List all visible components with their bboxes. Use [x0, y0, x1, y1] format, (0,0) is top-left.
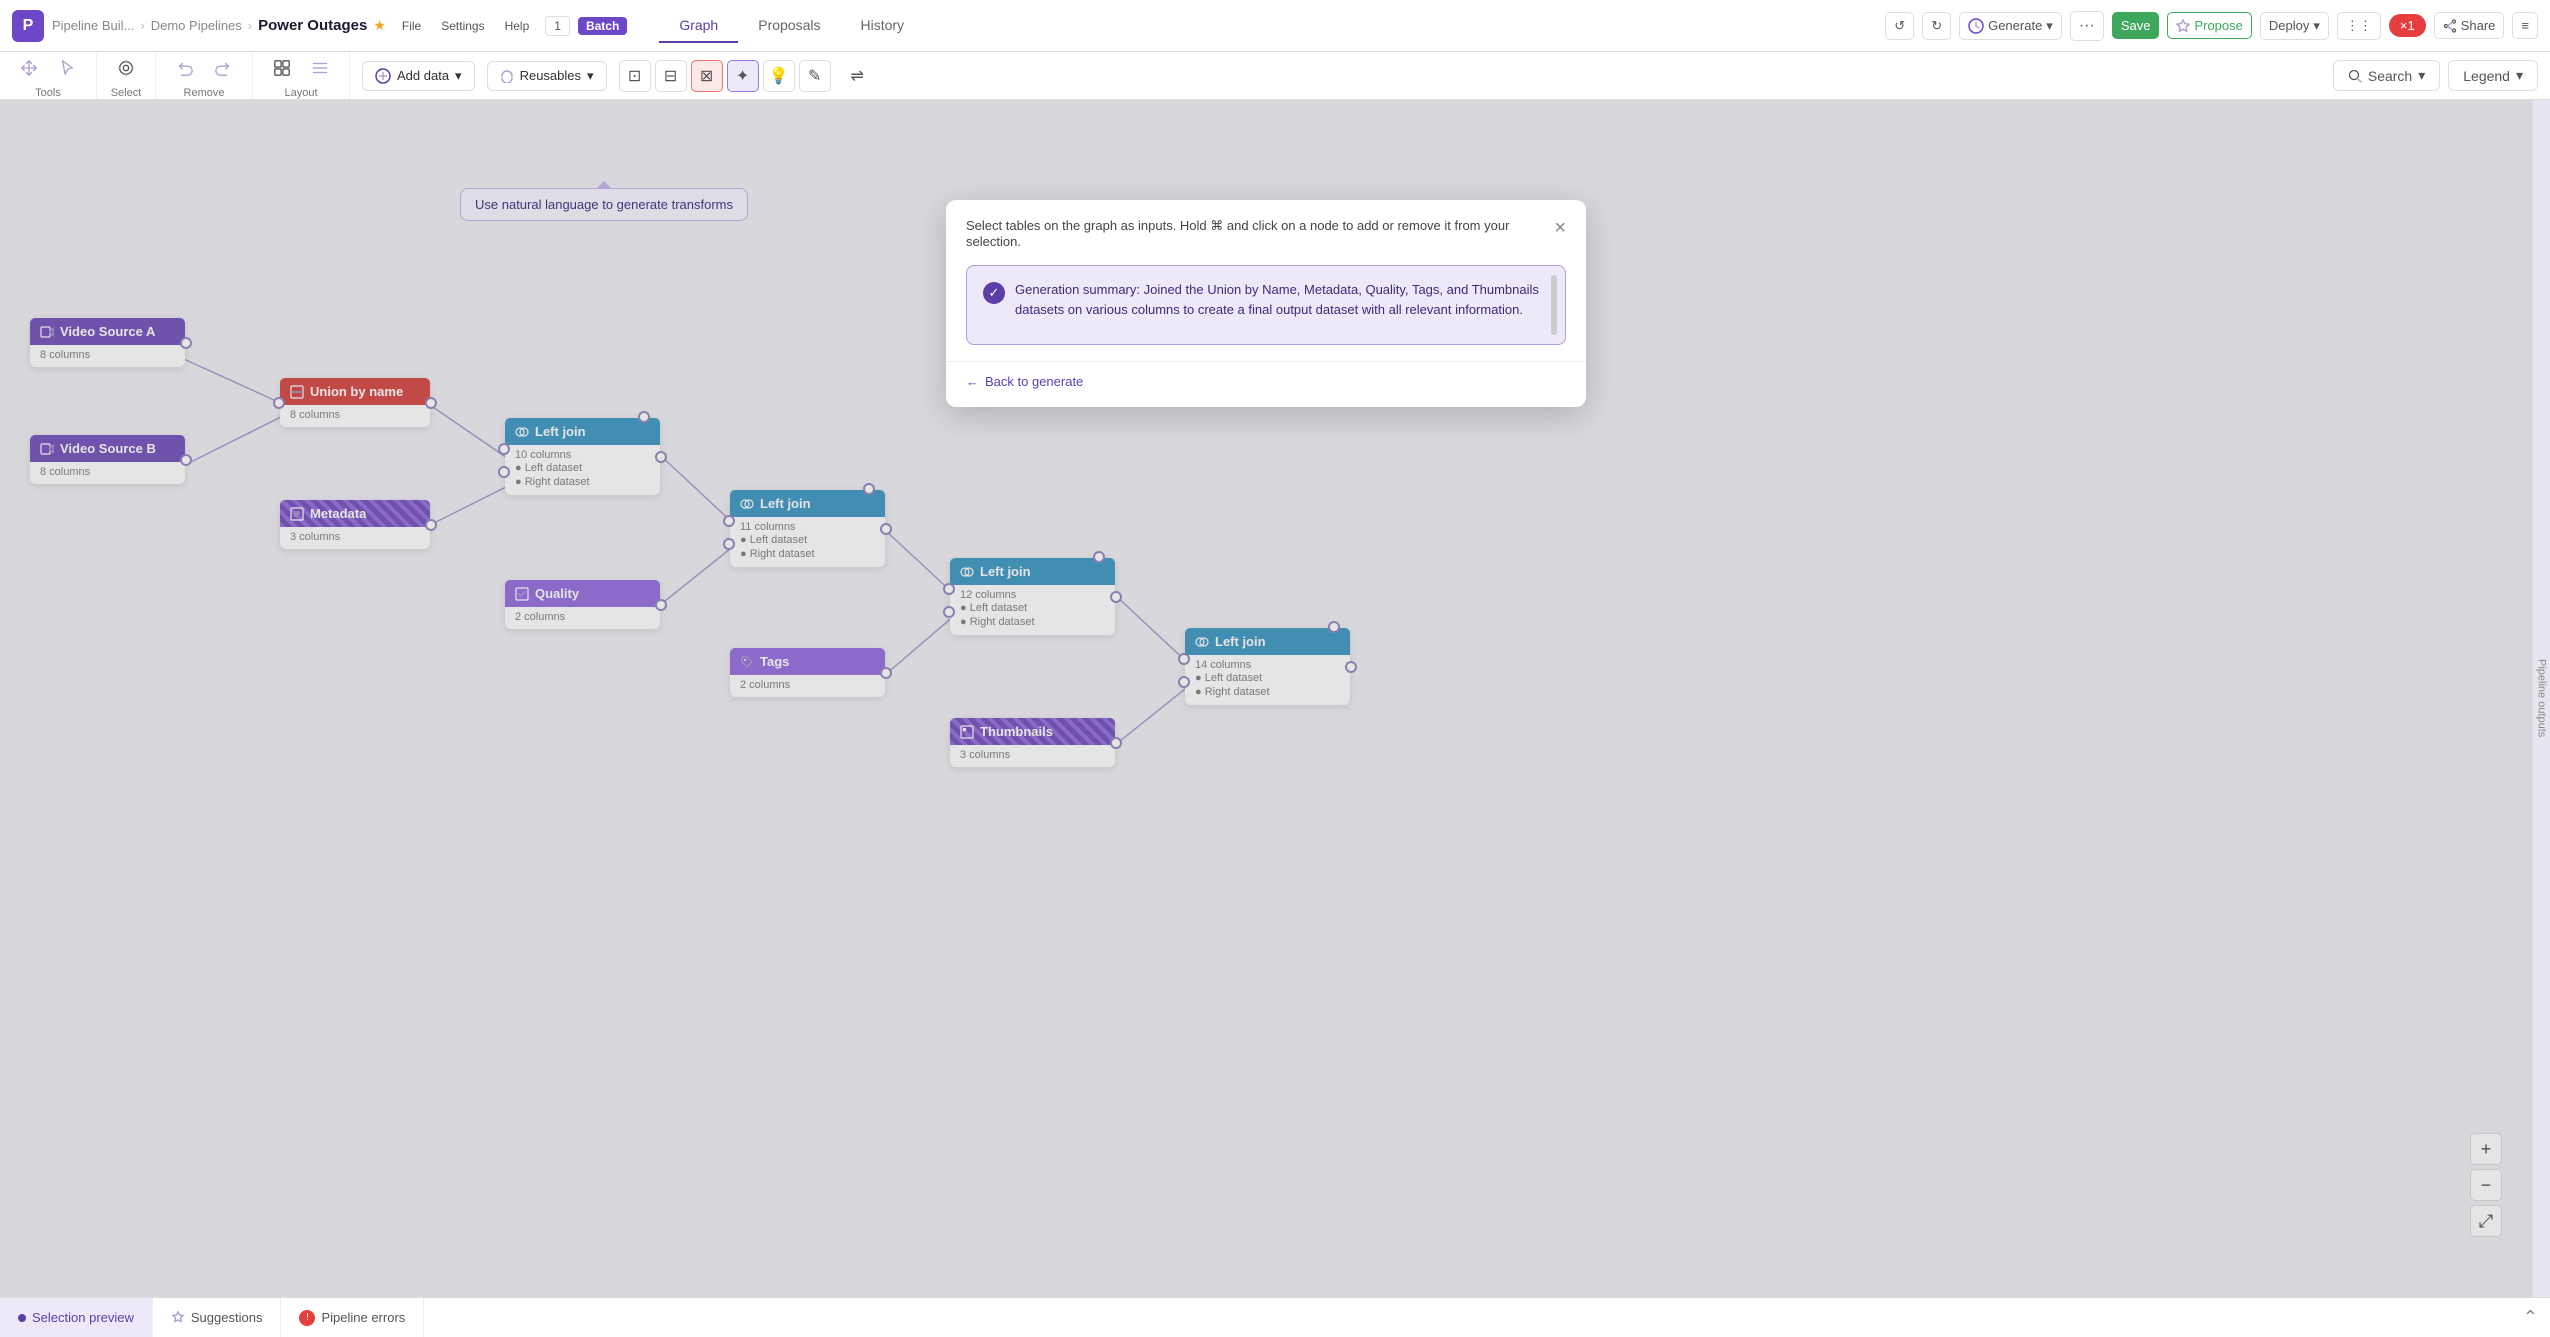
file-menu: File Settings Help — [394, 16, 537, 36]
generate-button[interactable]: Generate ▾ — [1959, 12, 2062, 40]
pipeline-errors-badge: ! — [299, 1310, 315, 1326]
deploy-button[interactable]: Deploy ▾ — [2260, 12, 2329, 40]
top-right-actions: ↺ ↻ Generate ▾ ··· Save Propose Deploy ▾… — [1885, 11, 2538, 41]
reusables-button[interactable]: Reusables ▾ — [487, 61, 607, 91]
search-label: Search — [2368, 68, 2412, 84]
scroll-indicator[interactable] — [1551, 275, 1557, 335]
error-badge-button[interactable]: ×1 — [2389, 14, 2426, 37]
app-logo: P — [12, 10, 44, 42]
redo-button[interactable]: ↻ — [1922, 12, 1951, 40]
check-icon: ✓ — [983, 282, 1005, 304]
file-menu-item[interactable]: File — [394, 16, 429, 36]
pipeline-outputs-sidebar[interactable]: Pipeline outputs — [2532, 100, 2550, 1297]
select-label: Select — [111, 87, 142, 99]
bottom-tab-selection-preview[interactable]: Selection preview — [0, 1298, 153, 1337]
help-menu-item[interactable]: Help — [497, 16, 538, 36]
tab-proposals[interactable]: Proposals — [738, 9, 840, 43]
layout-list-button[interactable] — [303, 53, 337, 83]
tools-group: Tools — [12, 53, 97, 99]
layout-group: Layout — [265, 53, 350, 99]
more-options-button[interactable]: ··· — [2070, 11, 2104, 41]
select-tool-button[interactable] — [50, 53, 84, 83]
transform-magic-button[interactable]: ✦ — [727, 60, 759, 92]
search-button[interactable]: Search ▾ — [2333, 60, 2440, 91]
layout-grid-button[interactable] — [265, 53, 299, 83]
move-tool-button[interactable] — [12, 53, 46, 83]
pi-badge: 1 — [545, 16, 570, 36]
grid-view-button[interactable]: ⋮⋮ — [2337, 12, 2381, 40]
canvas[interactable]: Video Source A 8 columns Video Source B … — [0, 100, 2532, 1297]
remove-group: Remove — [168, 53, 253, 99]
modal: Select tables on the graph as inputs. Ho… — [946, 200, 1586, 407]
legend-button[interactable]: Legend ▾ — [2448, 60, 2538, 91]
star-icon[interactable]: ★ — [373, 17, 386, 34]
mirror-icon[interactable]: ⇌ — [843, 60, 872, 92]
target-tool-button[interactable] — [109, 53, 143, 83]
modal-footer: ← Back to generate — [946, 361, 1586, 407]
transform-align-button[interactable]: ⊡ — [619, 60, 651, 92]
transform-split-button[interactable]: ⊟ — [655, 60, 687, 92]
transform-delete-button[interactable]: ⊠ — [691, 60, 723, 92]
redo-tool-button[interactable] — [206, 53, 240, 83]
back-arrow-icon: ← — [966, 374, 979, 389]
main-area: Video Source A 8 columns Video Source B … — [0, 100, 2550, 1297]
remove-label: Remove — [184, 87, 225, 99]
add-data-label: Add data — [397, 68, 449, 83]
summary-text: Generation summary: Joined the Union by … — [1015, 280, 1549, 319]
bottom-collapse-button[interactable]: ⌃ — [2523, 1307, 2550, 1328]
undo-tool-button[interactable] — [168, 53, 202, 83]
add-data-button[interactable]: Add data ▾ — [362, 61, 475, 91]
tools-label: Tools — [35, 87, 61, 99]
modal-instruction: Select tables on the graph as inputs. Ho… — [946, 200, 1586, 249]
layout-label: Layout — [284, 87, 317, 99]
modal-overlay: Select tables on the graph as inputs. Ho… — [0, 100, 2532, 1297]
transform-edit-button[interactable]: ✎ — [799, 60, 831, 92]
bottom-bar: Selection preview Suggestions ! Pipeline… — [0, 1297, 2550, 1337]
breadcrumb-parent2: Demo Pipelines — [151, 18, 242, 33]
legend-label: Legend — [2463, 68, 2510, 84]
generation-summary: ✓ Generation summary: Joined the Union b… — [966, 265, 1566, 345]
breadcrumb-parent1: Pipeline Buil... — [52, 18, 134, 33]
save-button[interactable]: Save — [2112, 12, 2160, 39]
propose-button[interactable]: Propose — [2167, 12, 2251, 39]
breadcrumb: Pipeline Buil... › Demo Pipelines › Powe… — [52, 17, 386, 34]
top-tabs: Graph Proposals History — [659, 9, 924, 43]
tab-graph[interactable]: Graph — [659, 9, 738, 43]
toolbar: Tools Select Remove — [0, 52, 2550, 100]
modal-content: ✓ Generation summary: Joined the Union b… — [946, 249, 1586, 361]
modal-close-button[interactable]: × — [1554, 218, 1566, 238]
batch-badge: Batch — [578, 17, 627, 35]
breadcrumb-current: Power Outages — [258, 17, 367, 34]
select-group: Select — [109, 53, 156, 99]
share-button[interactable]: Share — [2434, 12, 2505, 39]
bottom-tab-pipeline-errors[interactable]: ! Pipeline errors — [281, 1298, 424, 1337]
reusables-label: Reusables — [520, 68, 581, 83]
transform-buttons: ⊡ ⊟ ⊠ ✦ 💡 ✎ — [619, 60, 831, 92]
selection-preview-dot — [18, 1314, 26, 1322]
tab-history[interactable]: History — [841, 9, 925, 43]
top-bar: P Pipeline Buil... › Demo Pipelines › Po… — [0, 0, 2550, 52]
sidebar-toggle-button[interactable]: ≡ — [2512, 12, 2538, 39]
transform-lamp-button[interactable]: 💡 — [763, 60, 795, 92]
bottom-tab-suggestions[interactable]: Suggestions — [153, 1298, 282, 1337]
settings-menu-item[interactable]: Settings — [433, 16, 492, 36]
undo-button[interactable]: ↺ — [1885, 12, 1914, 40]
back-to-generate-button[interactable]: ← Back to generate — [966, 374, 1083, 389]
